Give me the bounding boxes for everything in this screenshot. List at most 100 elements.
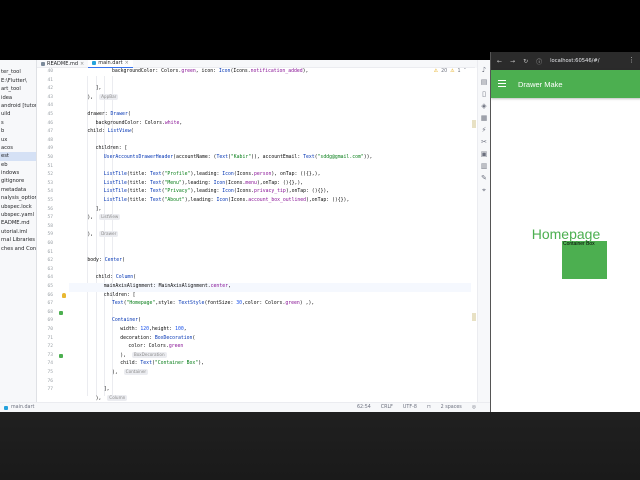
site-info-icon[interactable]: ⓘ bbox=[536, 57, 542, 66]
close-icon[interactable]: × bbox=[125, 60, 129, 66]
code-line[interactable]: ListTile(title: Text("About"),leading: I… bbox=[69, 197, 471, 206]
project-tree-item[interactable]: indows bbox=[0, 169, 36, 177]
inspector-icon[interactable]: ◈ bbox=[480, 102, 488, 110]
lightbulb-icon[interactable] bbox=[62, 293, 66, 299]
tab-readme[interactable]: README.md × bbox=[37, 60, 88, 68]
lock-icon[interactable]: ⊓ bbox=[427, 405, 431, 410]
project-tree-item[interactable]: ches and Con bbox=[0, 245, 36, 253]
project-tree-item[interactable]: uild bbox=[0, 110, 36, 118]
devices-icon[interactable]: ▥ bbox=[480, 162, 488, 170]
code-line[interactable]: body: Center( bbox=[69, 257, 471, 266]
code-line[interactable] bbox=[69, 240, 471, 249]
project-tree-item[interactable]: ubspec.yaml bbox=[0, 211, 36, 219]
address-bar[interactable]: localhost:60546/#/ bbox=[550, 58, 599, 64]
project-tree-item[interactable]: metadata bbox=[0, 186, 36, 194]
code-line[interactable]: ListTile(title: Text("Profile"),leading:… bbox=[69, 171, 471, 180]
hamburger-menu-icon[interactable] bbox=[498, 80, 506, 87]
indent-setting[interactable]: 2 spaces bbox=[441, 405, 462, 410]
code-line[interactable]: ], bbox=[69, 386, 471, 395]
code-line[interactable]: ), Drawer bbox=[69, 231, 471, 240]
project-tree-item[interactable]: b bbox=[0, 127, 36, 135]
code-editor[interactable]: ⚠ 20 ⚠ 1 ˄ backgroundColor: Colors.green… bbox=[69, 68, 471, 402]
code-token: ( bbox=[138, 318, 141, 324]
layout-icon[interactable]: ▣ bbox=[480, 150, 488, 158]
code-line[interactable] bbox=[69, 249, 471, 258]
code-token: drawer: bbox=[87, 112, 111, 117]
encoding[interactable]: UTF-8 bbox=[403, 405, 417, 410]
code-line[interactable]: ), ListView bbox=[69, 214, 471, 223]
project-tree-item[interactable]: EADME.md bbox=[0, 219, 36, 227]
project-tree[interactable]: ter_tool E:\Flutter\ art_tool idea android [… bbox=[0, 60, 37, 402]
code-line[interactable]: ], bbox=[69, 85, 471, 94]
flutter-icon[interactable]: ✂ bbox=[480, 138, 488, 146]
code-line[interactable]: UserAccountsDrawerHeader(accountName: (T… bbox=[69, 154, 471, 163]
project-tree-item[interactable]: E:\Flutter\ bbox=[0, 77, 36, 85]
code-line[interactable] bbox=[69, 378, 471, 387]
code-line[interactable]: ListTile(title: Text("Privacy"),leading:… bbox=[69, 188, 471, 197]
code-line[interactable]: drawer: Drawer( bbox=[69, 111, 471, 120]
project-tree-item[interactable]: ter_tool bbox=[0, 68, 36, 76]
device-icon[interactable]: ▯ bbox=[480, 90, 488, 98]
project-tree-item[interactable]: rnal Libraries bbox=[0, 236, 36, 244]
close-icon[interactable]: × bbox=[80, 61, 84, 67]
project-tree-item[interactable]: s bbox=[0, 119, 36, 127]
status-file[interactable]: main.dart bbox=[11, 405, 34, 410]
code-line[interactable]: backgroundColor: Colors.green, icon: Ico… bbox=[69, 68, 471, 77]
project-tree-item[interactable]: gitignore bbox=[0, 177, 36, 185]
code-line[interactable]: ), BoxDecoration bbox=[69, 351, 471, 361]
target-icon[interactable]: ⌖ bbox=[480, 186, 488, 194]
bell-icon[interactable]: ♪ bbox=[480, 66, 488, 74]
performance-icon[interactable]: ⚡ bbox=[480, 126, 488, 134]
kebab-menu-icon[interactable]: ⋮ bbox=[628, 56, 635, 64]
code-line[interactable] bbox=[69, 77, 471, 86]
cursor-position[interactable]: 62:54 bbox=[357, 405, 371, 410]
line-number: 68 bbox=[47, 309, 53, 315]
project-tree-item[interactable]: utorial.iml bbox=[0, 228, 36, 236]
project-tree-item[interactable]: art_tool bbox=[0, 85, 36, 93]
code-token: notification_added bbox=[250, 69, 303, 74]
outline-icon[interactable]: ▦ bbox=[480, 114, 488, 122]
code-line[interactable]: decoration: BoxDecoration( bbox=[69, 335, 471, 344]
database-icon[interactable]: ▤ bbox=[480, 78, 488, 86]
project-tree-item[interactable]: eb bbox=[0, 161, 36, 169]
code-line[interactable] bbox=[69, 223, 471, 232]
project-tree-item[interactable]: idea bbox=[0, 94, 36, 102]
line-ending[interactable]: CRLF bbox=[381, 405, 393, 410]
code-line[interactable]: Text("Homepage",style: TextStyle(fontSiz… bbox=[69, 300, 471, 309]
project-tree-item[interactable]: ubspec.lock bbox=[0, 203, 36, 211]
code-line[interactable]: children: [ bbox=[69, 145, 471, 154]
code-line[interactable]: ), Container bbox=[69, 369, 471, 378]
code-line[interactable]: child: Text("Container Box"), bbox=[69, 360, 471, 369]
project-tree-item[interactable] bbox=[0, 60, 36, 68]
code-line[interactable] bbox=[69, 137, 471, 146]
forward-icon[interactable]: → bbox=[510, 58, 515, 65]
project-tree-item[interactable]: nalysis_options bbox=[0, 194, 36, 202]
code-line[interactable] bbox=[69, 102, 471, 111]
color-swatch-icon[interactable] bbox=[59, 310, 63, 315]
project-tree-item[interactable]: ux bbox=[0, 136, 36, 144]
reload-icon[interactable]: ↻ bbox=[523, 58, 528, 65]
settings-icon[interactable]: ◎ bbox=[472, 405, 476, 410]
project-tree-item[interactable]: acos bbox=[0, 144, 36, 152]
code-line[interactable]: Container( bbox=[69, 317, 471, 326]
code-line[interactable]: child: ListView( bbox=[69, 128, 471, 137]
code-line[interactable]: color: Colors.green bbox=[69, 343, 471, 352]
code-line[interactable]: ), AppBar bbox=[69, 93, 471, 103]
code-line[interactable]: children: [ bbox=[69, 292, 471, 301]
project-tree-item[interactable]: est bbox=[0, 152, 36, 161]
code-line[interactable]: ], bbox=[69, 206, 471, 215]
code-line[interactable] bbox=[69, 309, 471, 318]
tab-main-dart[interactable]: main.dart × bbox=[88, 60, 133, 68]
back-icon[interactable]: ← bbox=[497, 58, 502, 65]
project-tree-item[interactable]: android [tutorial bbox=[0, 102, 36, 110]
code-line[interactable]: backgroundColor: Colors.white, bbox=[69, 120, 471, 129]
code-line[interactable] bbox=[69, 266, 471, 275]
code-line[interactable]: mainAxisAlignment: MainAxisAlignment.cen… bbox=[69, 283, 471, 292]
code-line[interactable]: child: Column( bbox=[69, 274, 471, 283]
code-line[interactable] bbox=[69, 163, 471, 172]
color-swatch-icon[interactable] bbox=[59, 353, 63, 358]
pencil-icon[interactable]: ✎ bbox=[480, 174, 488, 182]
code-line[interactable]: ListTile(title: Text("Menu"),leading: Ic… bbox=[69, 180, 471, 189]
code-line[interactable]: ), Column bbox=[69, 394, 471, 402]
code-line[interactable]: width: 120,height: 100, bbox=[69, 326, 471, 335]
